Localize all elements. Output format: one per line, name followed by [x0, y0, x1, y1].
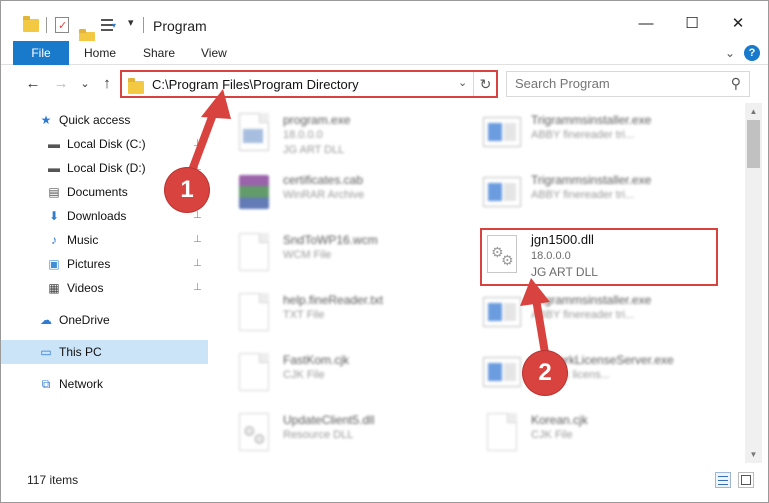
arrowhead-2 — [520, 278, 550, 306]
arrow-2 — [532, 295, 549, 357]
explorer-window: ✓ ▾ ▾ Program — ☐ ✕ File Home Share View… — [0, 0, 769, 503]
step-badge-2: 2 — [523, 351, 567, 395]
annotation-arrows — [187, 89, 550, 357]
arrowhead-1 — [201, 89, 231, 119]
step-badge-1: 1 — [165, 168, 209, 212]
arrow-1 — [187, 105, 219, 177]
